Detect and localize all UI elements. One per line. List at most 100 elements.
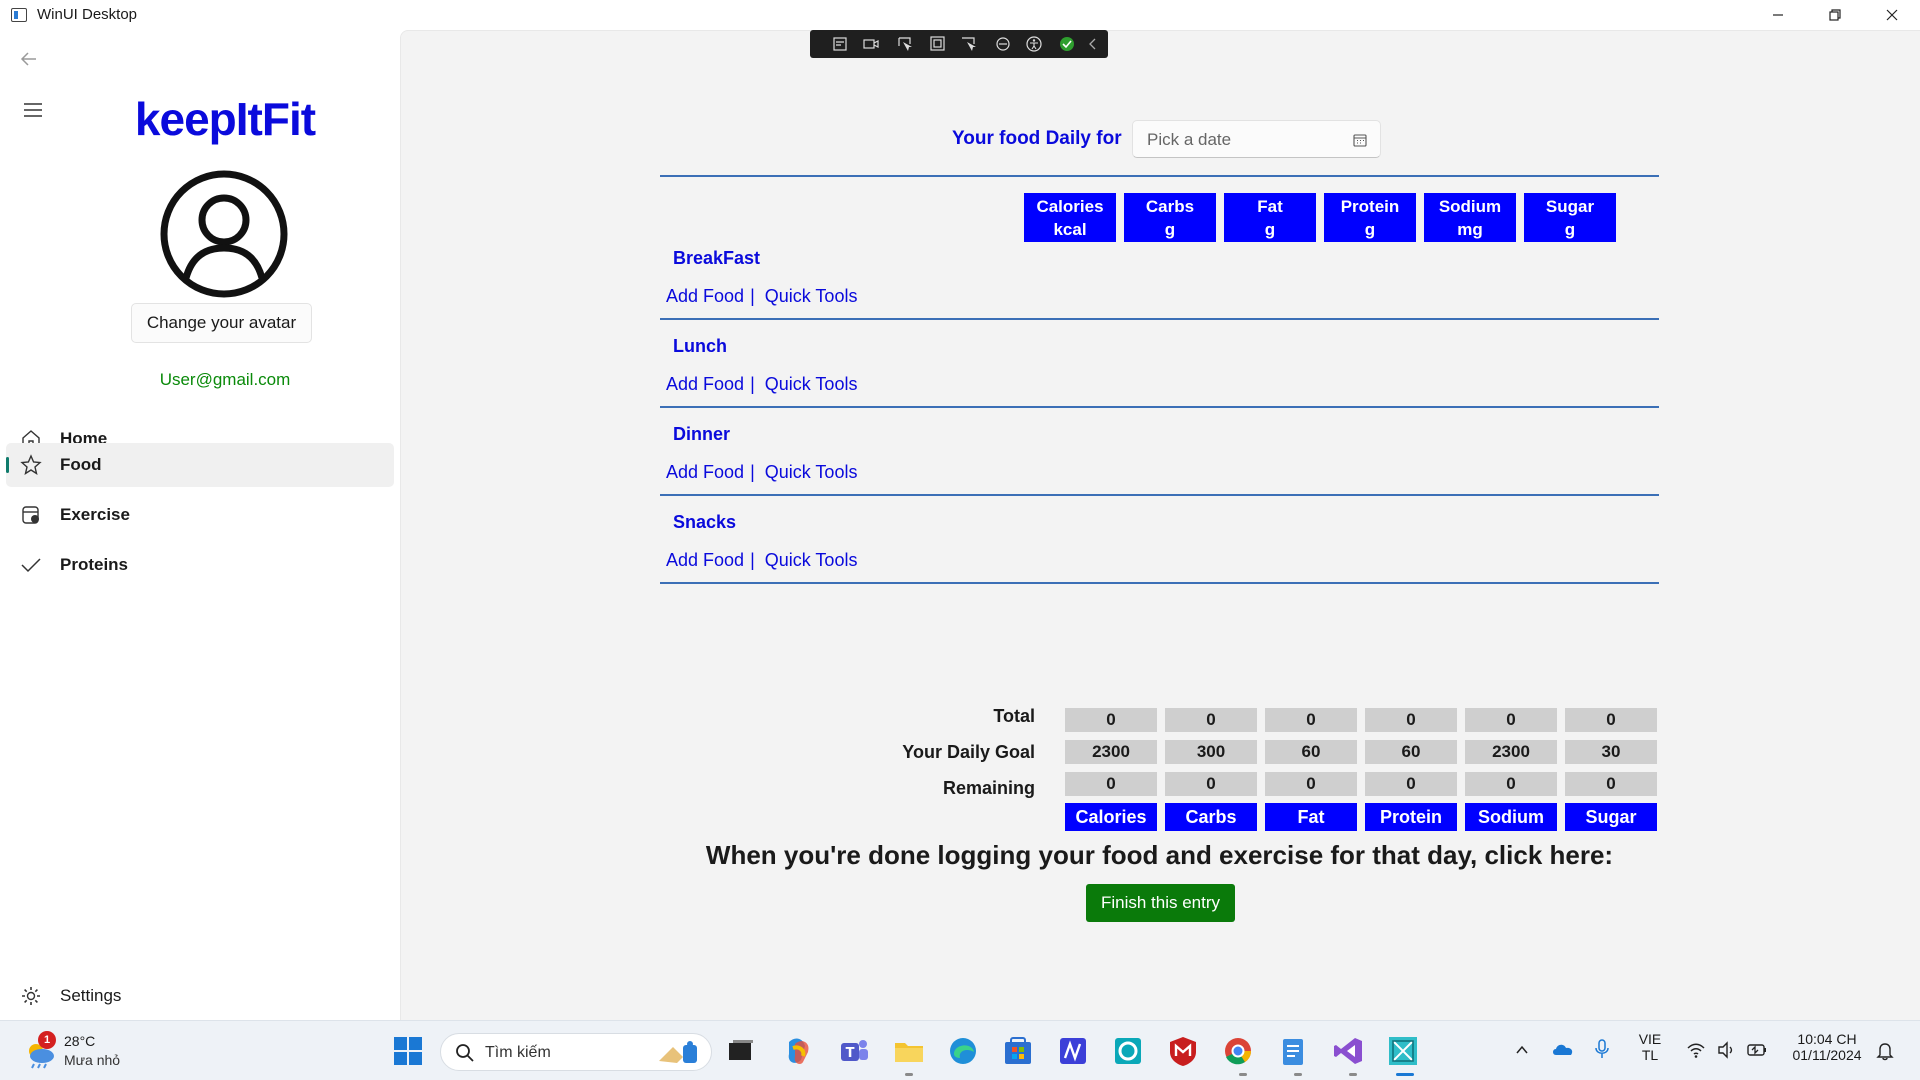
meal-links-dinner: Add Food | Quick Tools — [666, 462, 857, 483]
live-tree-icon[interactable] — [832, 36, 850, 52]
divider — [660, 175, 1659, 177]
visual-studio-icon[interactable] — [1331, 1034, 1365, 1068]
column-header-fat: Fat g — [1224, 193, 1316, 242]
row-label-total: Total — [993, 706, 1035, 726]
add-food-link[interactable]: Add Food — [666, 550, 744, 570]
sidebar-item-proteins[interactable]: Proteins — [6, 543, 394, 587]
app-logo: keepItFit — [134, 93, 316, 145]
clock[interactable]: 10:04 CH 01/11/2024 — [1783, 1031, 1871, 1063]
select-element-icon[interactable] — [896, 36, 914, 52]
sidebar-item-food[interactable]: Food — [6, 443, 394, 487]
quick-tools-link[interactable]: Quick Tools — [765, 550, 858, 570]
microphone-icon[interactable] — [1594, 1038, 1610, 1060]
notification-badge: 1 — [38, 1031, 56, 1049]
total-calories-cell: 0 — [1065, 708, 1157, 732]
divider — [660, 318, 1659, 320]
accessibility-icon[interactable] — [1025, 36, 1043, 52]
restore-button[interactable] — [1806, 0, 1863, 30]
teams-icon[interactable]: T — [837, 1034, 871, 1068]
chevron-up-icon[interactable] — [1514, 1043, 1530, 1057]
calendar-icon — [1353, 134, 1367, 147]
sidebar-item-label: Exercise — [60, 505, 130, 524]
change-avatar-button[interactable]: Change your avatar — [131, 303, 312, 343]
footer-header-sodium: Sodium — [1465, 803, 1557, 831]
finish-entry-button[interactable]: Finish this entry — [1086, 884, 1235, 922]
battery-saver-icon[interactable] — [1746, 1041, 1768, 1059]
total-protein-cell: 0 — [1365, 708, 1457, 732]
volume-icon[interactable] — [1716, 1041, 1736, 1059]
taskbar-search[interactable]: Tìm kiếm — [440, 1033, 712, 1071]
sidebar-item-settings[interactable]: Settings — [6, 976, 394, 1016]
gear-icon — [22, 987, 40, 1005]
goal-fat-cell: 60 — [1265, 740, 1357, 764]
date-picker[interactable]: Pick a date — [1132, 120, 1381, 158]
close-button[interactable] — [1863, 0, 1920, 30]
layout-adorners-icon[interactable] — [929, 36, 947, 52]
math-app-icon[interactable] — [1056, 1034, 1090, 1068]
record-icon[interactable] — [862, 36, 880, 52]
sidebar-item-exercise[interactable]: Exercise — [6, 493, 394, 537]
notification-bell-icon[interactable] — [1876, 1041, 1894, 1061]
quick-tools-link[interactable]: Quick Tools — [765, 462, 858, 482]
divider — [660, 494, 1659, 496]
quick-tools-link[interactable]: Quick Tools — [765, 286, 858, 306]
clock-date: 01/11/2024 — [1792, 1047, 1862, 1063]
sidebar: keepItFit Change your avatar User@gmail.… — [0, 30, 400, 1020]
app-icon — [11, 8, 27, 22]
copilot-icon[interactable] — [781, 1034, 815, 1068]
meal-links-snacks: Add Food | Quick Tools — [666, 550, 857, 571]
cortana-icon[interactable] — [1111, 1034, 1145, 1068]
user-email: User@gmail.com — [159, 370, 291, 389]
title-bar: WinUI Desktop — [0, 0, 1920, 30]
debug-toolbar — [810, 30, 1108, 58]
notepad-icon[interactable] — [1276, 1034, 1310, 1068]
store-icon[interactable] — [1001, 1034, 1035, 1068]
weather-widget[interactable]: 1 28°C Mưa nhỏ — [20, 1031, 160, 1075]
date-placeholder: Pick a date — [1147, 130, 1232, 149]
column-header-sugar: Sugar g — [1524, 193, 1616, 242]
sidebar-item-label: Food — [60, 455, 102, 474]
mcafee-icon[interactable] — [1166, 1034, 1200, 1068]
binding-failures-icon[interactable] — [994, 36, 1012, 52]
back-arrow-icon[interactable] — [18, 48, 40, 70]
track-focus-icon[interactable] — [960, 36, 978, 52]
language-indicator[interactable]: VIE TL — [1633, 1031, 1667, 1063]
add-food-link[interactable]: Add Food — [666, 374, 744, 394]
onedrive-icon[interactable] — [1551, 1041, 1575, 1057]
winui-app-icon[interactable] — [1386, 1034, 1420, 1068]
footer-header-carbs: Carbs — [1165, 803, 1257, 831]
done-message: When you're done logging your food and e… — [705, 840, 1614, 870]
chrome-icon[interactable] — [1221, 1034, 1255, 1068]
goal-carbs-cell: 300 — [1165, 740, 1257, 764]
column-header-sodium: Sodium mg — [1424, 193, 1516, 242]
footer-header-calories: Calories — [1065, 803, 1157, 831]
add-food-link[interactable]: Add Food — [666, 462, 744, 482]
search-highlight-icon — [659, 1041, 697, 1063]
selection-indicator — [6, 457, 9, 473]
weather-description: Mưa nhỏ — [64, 1052, 121, 1068]
running-indicator — [905, 1073, 913, 1076]
wifi-icon[interactable] — [1686, 1041, 1706, 1059]
hot-reload-ok-icon[interactable] — [1058, 36, 1076, 52]
meal-title-dinner: Dinner — [673, 424, 731, 444]
remaining-protein-cell: 0 — [1365, 772, 1457, 796]
file-explorer-icon[interactable] — [892, 1034, 926, 1068]
minimize-icon — [1772, 14, 1783, 16]
add-food-link[interactable]: Add Food — [666, 286, 744, 306]
remaining-fat-cell: 0 — [1265, 772, 1357, 796]
minimize-button[interactable] — [1749, 0, 1806, 30]
footer-header-protein: Protein — [1365, 803, 1457, 831]
collapse-chevron-icon[interactable] — [1084, 36, 1102, 52]
divider — [660, 406, 1659, 408]
task-view-icon[interactable] — [724, 1034, 758, 1068]
link-separator: | — [750, 286, 755, 306]
edge-browser-icon[interactable] — [946, 1034, 980, 1068]
taskbar: 1 28°C Mưa nhỏ Tìm kiếm T VIE TL 10:04 C… — [0, 1020, 1920, 1080]
quick-tools-link[interactable]: Quick Tools — [765, 374, 858, 394]
clock-time: 10:04 CH — [1797, 1031, 1857, 1047]
sidebar-item-label: Proteins — [60, 555, 129, 574]
windows-start-icon[interactable] — [391, 1034, 425, 1068]
total-sodium-cell: 0 — [1465, 708, 1557, 732]
remaining-sugar-cell: 0 — [1565, 772, 1657, 796]
remaining-sodium-cell: 0 — [1465, 772, 1557, 796]
